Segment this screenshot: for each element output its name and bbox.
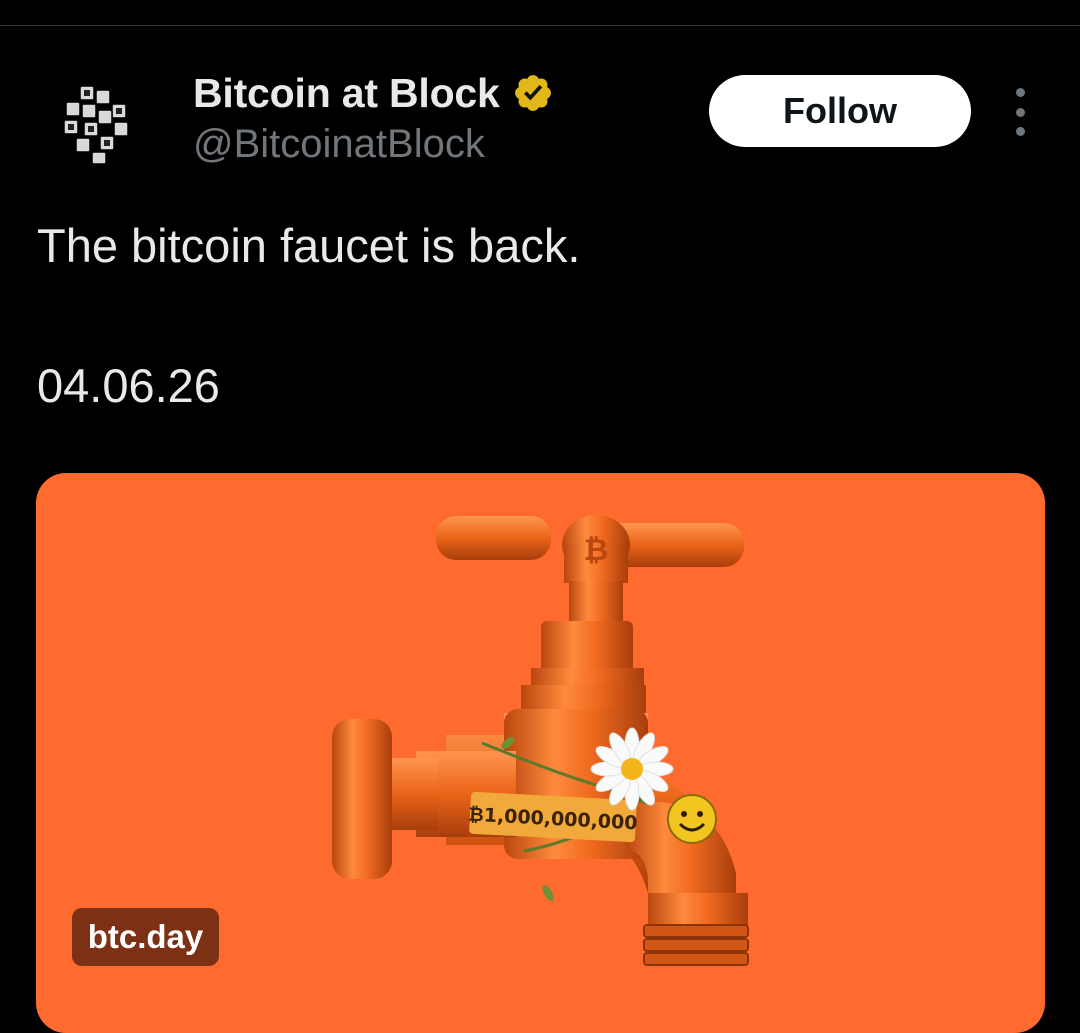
- svg-text:₿: ₿: [584, 533, 608, 568]
- more-vertical-icon[interactable]: [1006, 88, 1034, 136]
- verified-badge-icon: [514, 75, 551, 111]
- display-name[interactable]: Bitcoin at Block: [193, 70, 500, 117]
- tweet-date-text: 04.06.26: [37, 359, 220, 412]
- author-handle[interactable]: @BitcoinatBlock: [193, 122, 485, 167]
- more-dot: [1015, 107, 1025, 117]
- more-dot: [1015, 88, 1025, 97]
- more-dot: [1015, 127, 1025, 136]
- avatar[interactable]: [52, 80, 142, 170]
- tweet-text: The bitcoin faucet is back.: [37, 219, 581, 272]
- follow-button[interactable]: Follow: [709, 75, 971, 147]
- top-divider: [0, 25, 1080, 26]
- link-domain-badge[interactable]: btc.day: [72, 908, 219, 966]
- author-name-row[interactable]: Bitcoin at Block: [193, 68, 554, 118]
